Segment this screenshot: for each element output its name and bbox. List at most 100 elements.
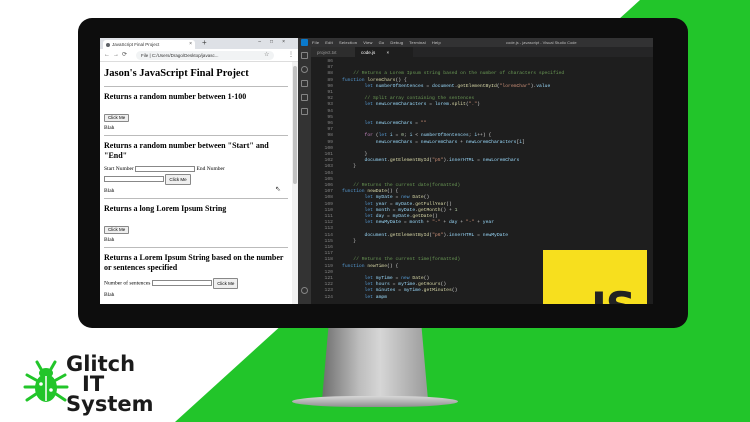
click-me-button[interactable]: Click Me (104, 225, 130, 234)
code-token: innerHTML (448, 232, 475, 238)
code-token: () + (440, 207, 455, 213)
code-token: function (342, 189, 368, 195)
browser-window: JavaScript Final Project × + –□× ←→⟳ Fil… (100, 38, 298, 304)
search-icon[interactable] (301, 66, 308, 73)
code-line[interactable]: 123 let minutes = myTime.getMinutes() (311, 288, 458, 294)
code-line[interactable]: 88 // Returns a Lorem Ipsum string based… (311, 71, 564, 77)
code-token: innerHTML (448, 158, 475, 164)
click-me-button[interactable]: Click Me (165, 174, 191, 185)
menu-item-selection[interactable]: Selection (339, 40, 357, 45)
line-number: 108 (324, 195, 333, 201)
code-line[interactable]: 113 (311, 226, 342, 232)
menu-item-view[interactable]: View (363, 40, 372, 45)
code-line[interactable]: 104 (311, 171, 342, 177)
tab-code-js[interactable]: code.js × (355, 47, 413, 57)
gear-icon[interactable] (301, 287, 308, 294)
line-number: 99 (327, 139, 333, 145)
scrollbar-thumb[interactable] (293, 66, 297, 184)
code-line[interactable]: 110 let month = myDate.getMonth() + 1 (311, 207, 458, 214)
code-token: + (457, 139, 466, 145)
code-token: myTime (375, 276, 393, 281)
plus-icon[interactable]: + (202, 38, 207, 47)
code-token: = (412, 139, 421, 145)
code-token: = (392, 276, 402, 281)
code-token: newLoremChars (482, 158, 520, 164)
sentences-input[interactable] (151, 280, 212, 287)
debug-icon[interactable] (301, 94, 308, 101)
code-token: getElementById (457, 83, 497, 89)
code-line[interactable]: 98 for (let i = 0; i < numberOfSentences… (311, 133, 491, 139)
code-line[interactable]: 119 function newTime() { (311, 264, 399, 270)
code-token: newLoremChars (375, 121, 413, 126)
code-token: myDate (395, 201, 413, 207)
click-me-button[interactable]: Click Me (104, 113, 130, 122)
code-token: lorem (434, 102, 449, 108)
window-controls[interactable]: –□× (258, 39, 294, 45)
code-token: minutes (375, 288, 396, 294)
code-token: // Returns the current time(formatted) (342, 257, 461, 263)
menu-item-file[interactable]: File (312, 40, 319, 45)
code-token: let (342, 220, 376, 226)
browser-tab[interactable]: JavaScript Final Project × (103, 40, 195, 49)
navigation-buttons[interactable]: ←→⟳ (104, 51, 130, 58)
menu-item-go[interactable]: Go (379, 40, 385, 45)
vscode-title-bar: File Edit Selection View Go Debug Terminal Help… (298, 38, 653, 47)
click-me-button[interactable]: Click Me (213, 278, 239, 289)
code-token: function (342, 77, 368, 83)
code-line[interactable]: 108 let myDate = new Date() (311, 195, 430, 201)
files-icon[interactable] (301, 52, 308, 59)
code-token: Date (412, 195, 424, 201)
code-token: let (342, 276, 376, 281)
line-number: 114 (324, 232, 333, 238)
code-line[interactable]: 115 } (311, 238, 357, 245)
sentences-label: Number of sentences (104, 280, 151, 287)
address-bar[interactable]: File | C:/Users/Drago/Desktop/javasc... (136, 51, 274, 60)
code-line[interactable]: 99 newLoremChars = newLoremChars + newLo… (311, 140, 525, 146)
code-line[interactable]: 112 let newMyDate = month + "-" + day + … (311, 220, 495, 226)
code-line[interactable]: 94 (311, 109, 342, 115)
code-token: month (409, 220, 424, 226)
code-line[interactable]: 89 function loremChars() { (311, 77, 406, 84)
code-token: } (342, 238, 357, 244)
code-line[interactable]: 105 (311, 177, 342, 183)
code-line[interactable]: 93 let newLoremCharacters = lorem.split(… (311, 102, 480, 108)
star-icon[interactable]: ☆ (264, 51, 269, 58)
close-icon[interactable]: × (387, 50, 390, 55)
code-token: let (342, 214, 376, 219)
line-number: 90 (327, 83, 333, 89)
code-line[interactable]: 103 } (311, 164, 357, 170)
start-number-input[interactable] (135, 165, 196, 172)
extensions-icon[interactable] (301, 108, 308, 115)
end-number-label: End Number (196, 166, 225, 172)
menu-item-debug[interactable]: Debug (390, 40, 403, 45)
code-line[interactable]: 90 let numberOfSentences = document.getE… (311, 84, 550, 90)
menu-item-terminal[interactable]: Terminal (409, 40, 426, 45)
code-line[interactable]: 114 document.getElementById("p6").innerH… (311, 232, 509, 239)
code-token: let (342, 207, 376, 213)
code-token: "-" (432, 220, 441, 226)
code-line[interactable]: 109 let year = myDate.getFullYear() (311, 202, 452, 208)
code-line[interactable]: 95 (311, 115, 342, 121)
line-number: 89 (327, 77, 333, 83)
menu-item-edit[interactable]: Edit (325, 40, 333, 45)
menu-dots-icon[interactable]: ⋮ (288, 51, 294, 58)
code-line[interactable]: 120 (311, 270, 342, 276)
menu-item-help[interactable]: Help (432, 40, 441, 45)
code-token: let (342, 288, 376, 294)
browser-tab-strip: JavaScript Final Project × + –□× (100, 38, 298, 49)
code-token: () (446, 201, 452, 207)
tab-project-txt[interactable]: project.txt (311, 47, 355, 57)
close-icon[interactable]: × (189, 41, 192, 47)
source-control-icon[interactable] (301, 80, 308, 87)
code-token: // Returns the current date(formatted) (342, 183, 461, 188)
code-token: ] (522, 139, 525, 145)
end-number-input[interactable] (104, 176, 164, 183)
code-line[interactable]: 100 (311, 146, 342, 152)
monitor-stand-base (292, 396, 458, 407)
tab-label: code.js (361, 50, 376, 55)
code-line[interactable]: 124 let ampm (311, 295, 387, 301)
code-line[interactable]: 118 // Returns the current time(formatte… (311, 257, 461, 263)
code-token: document (342, 232, 388, 238)
code-token: newLoremCharacters (375, 102, 427, 108)
vscode-activity-bar (298, 47, 311, 304)
